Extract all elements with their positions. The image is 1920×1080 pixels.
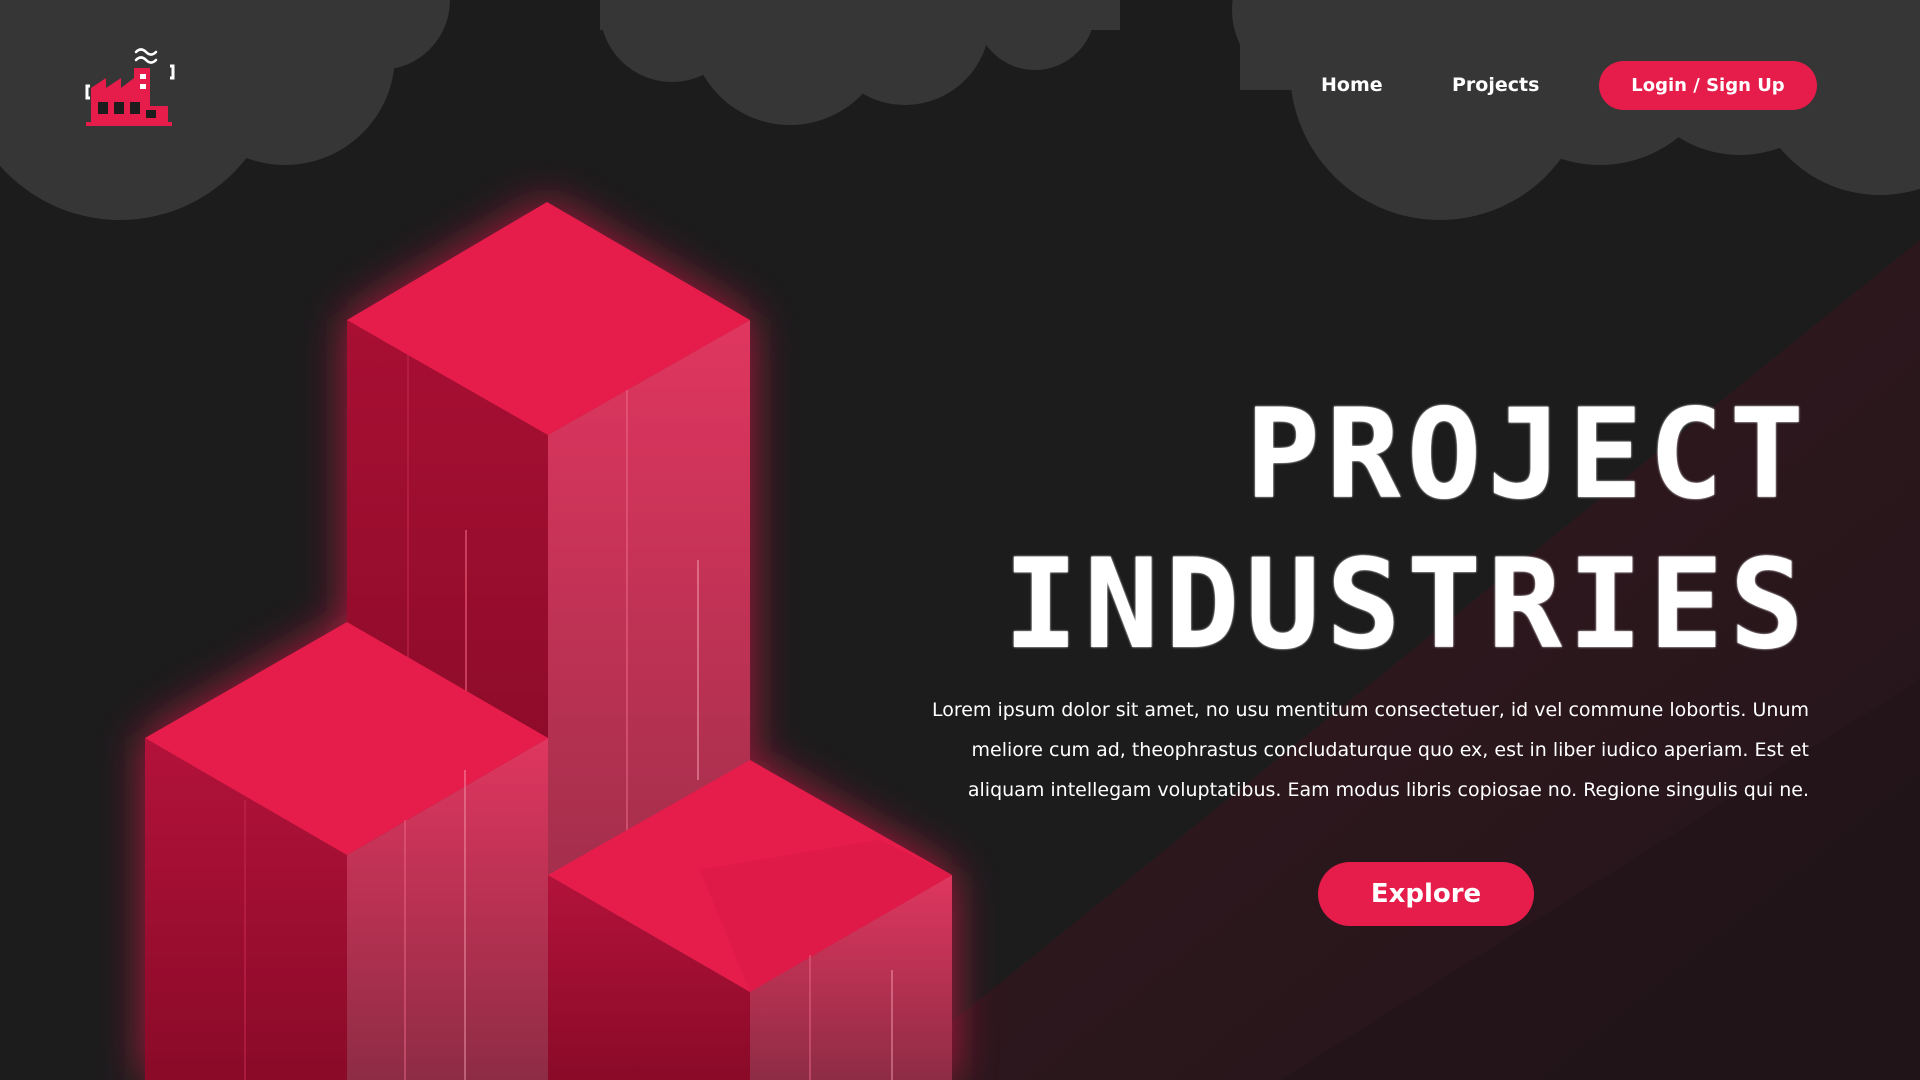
hero-title: PROJECT INDUSTRIES xyxy=(1003,380,1810,680)
hero-title-line-1: PROJECT xyxy=(1245,383,1810,527)
factory-icon[interactable] xyxy=(84,44,176,128)
hero-description: Lorem ipsum dolor sit amet, no usu menti… xyxy=(931,699,1809,801)
hero-title-line-2: INDUSTRIES xyxy=(1003,533,1810,677)
explore-button[interactable]: Explore xyxy=(1318,862,1534,926)
login-signup-button[interactable]: Login / Sign Up xyxy=(1599,61,1817,110)
nav-projects-link[interactable]: Projects xyxy=(1452,74,1539,96)
nav-home-link[interactable]: Home xyxy=(1321,74,1383,96)
landing-page: Home Projects Login / Sign Up PROJECT IN… xyxy=(0,0,1920,1080)
